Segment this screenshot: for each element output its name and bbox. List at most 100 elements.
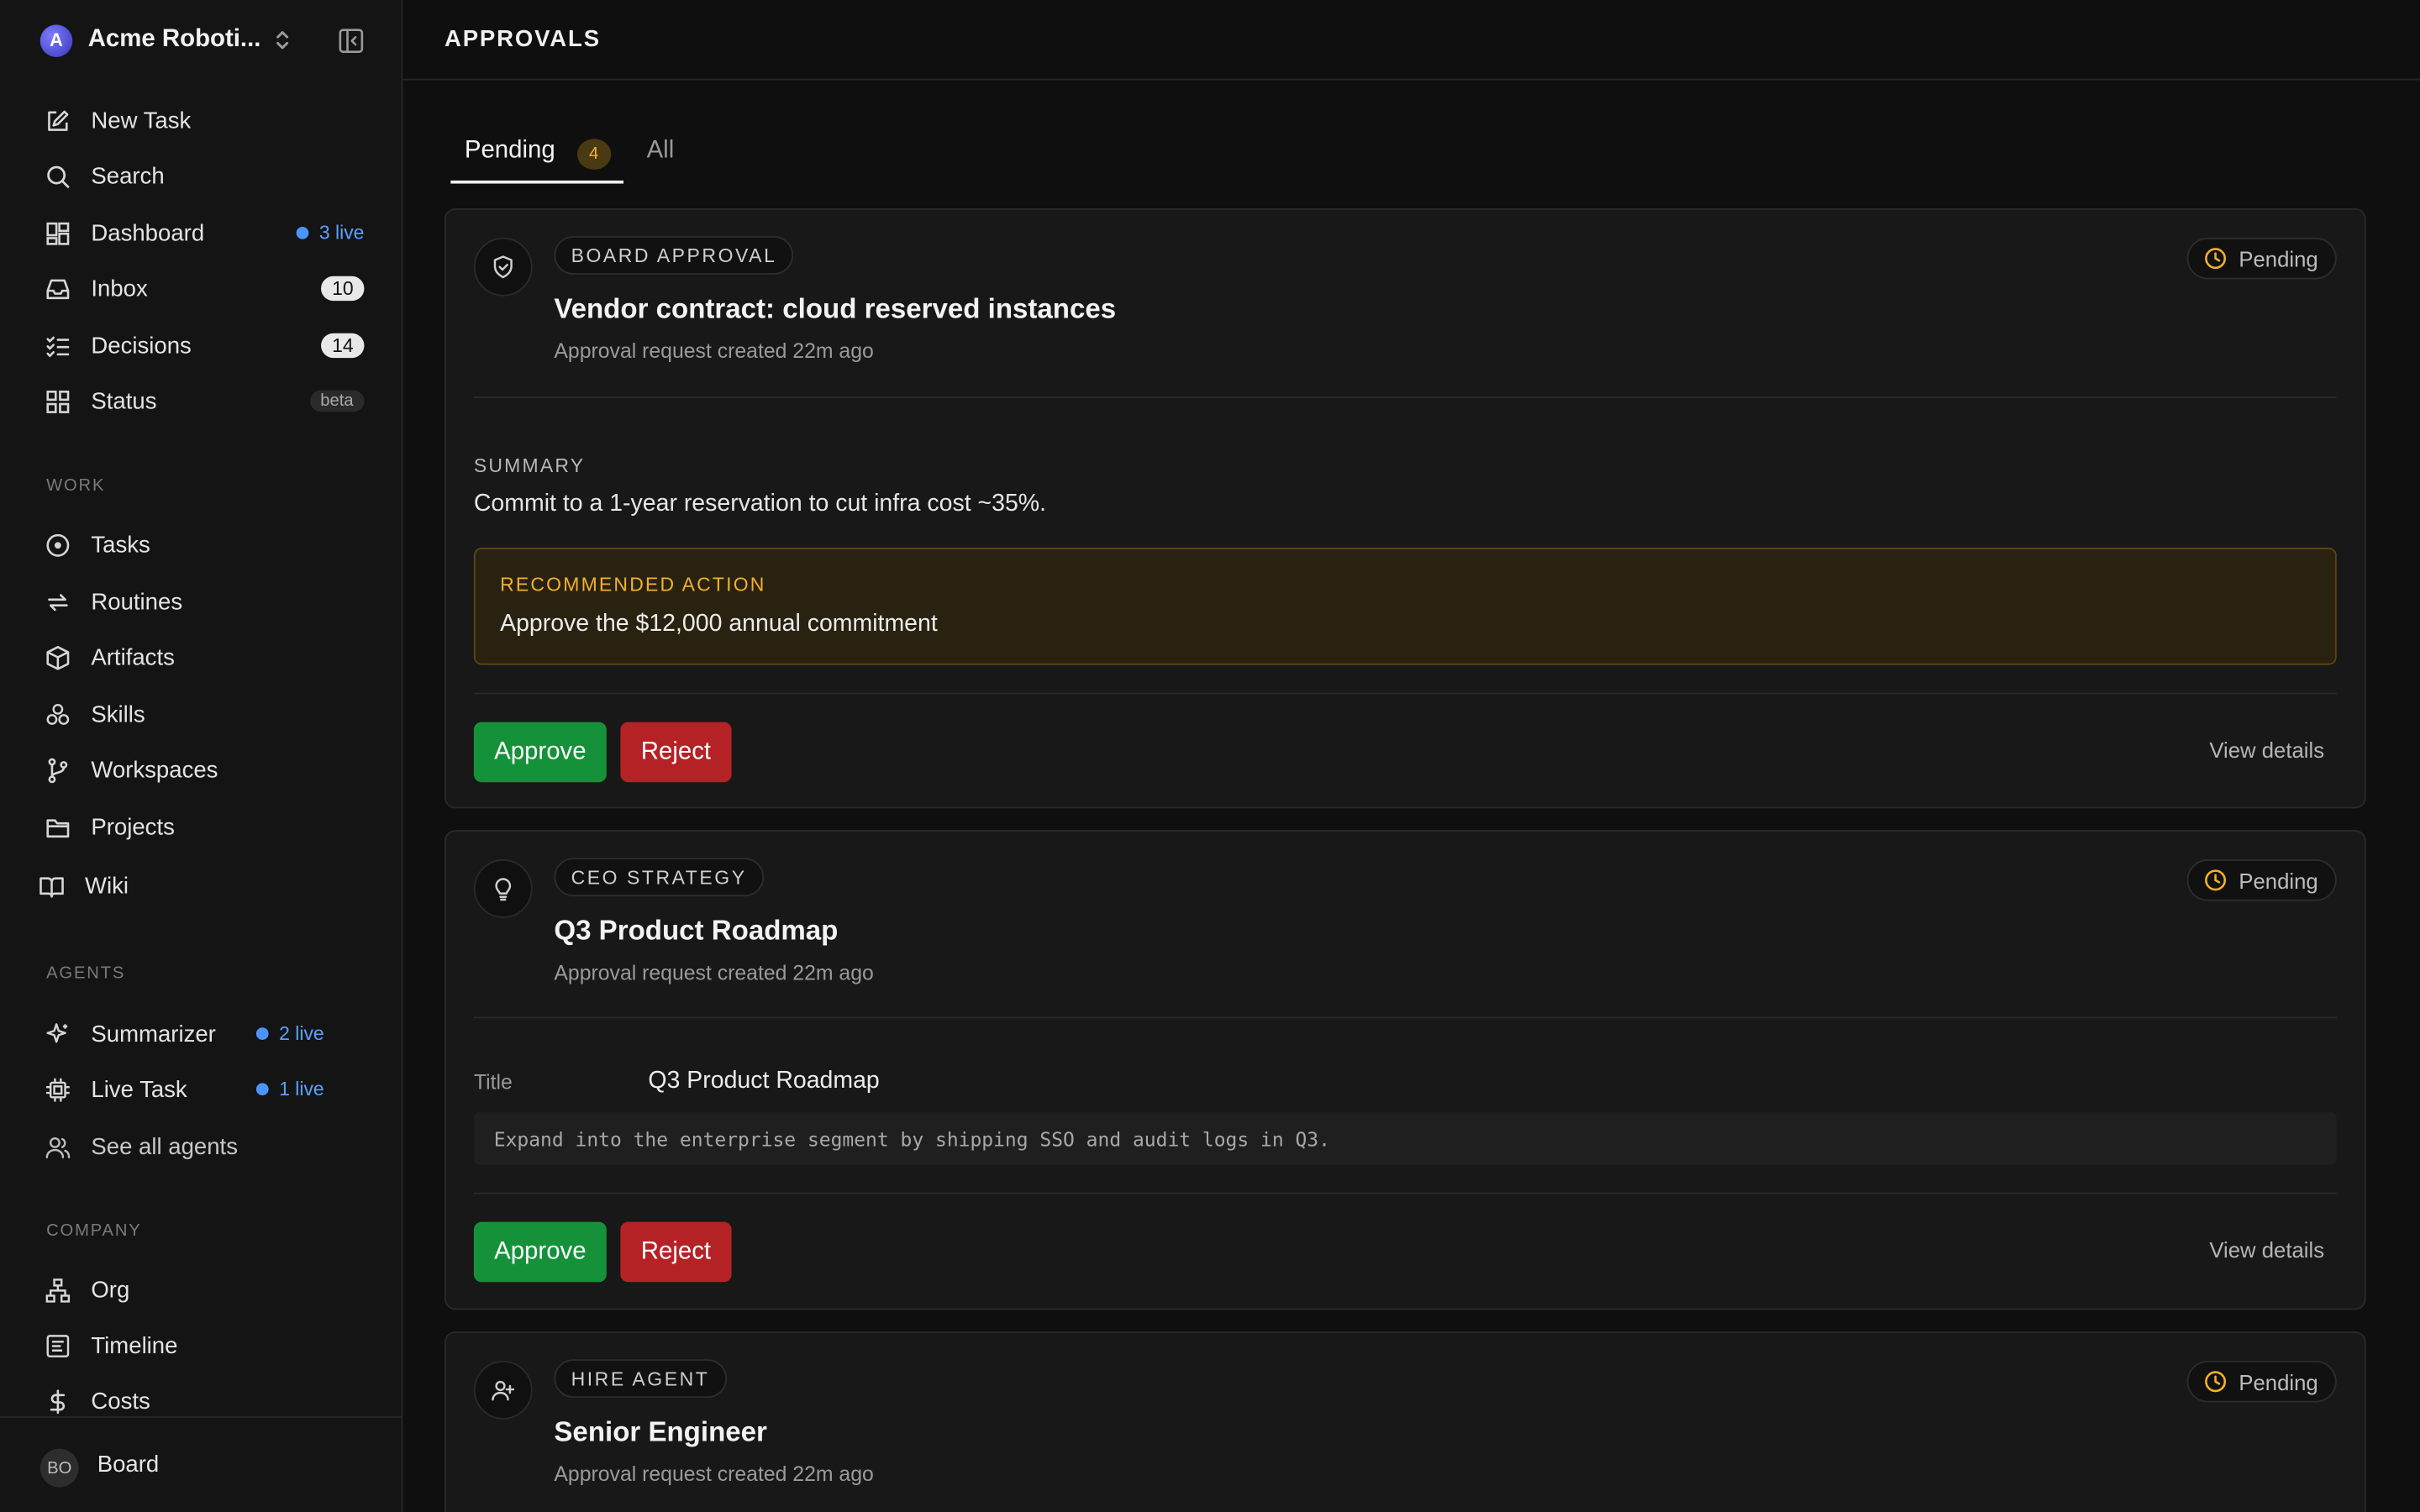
nav-label: Wiki — [85, 872, 129, 899]
status-label: Pending — [2238, 245, 2318, 271]
tab-label: Pending — [464, 137, 555, 164]
divider — [473, 1192, 2337, 1194]
divider — [473, 692, 2337, 695]
nav-agent-summarizer[interactable]: Summarizer 2 live — [40, 1012, 365, 1055]
live-indicator: 3 live — [296, 222, 364, 244]
dollar-icon — [45, 1387, 78, 1415]
card-title: Q3 Product Roadmap — [554, 915, 839, 946]
approve-button[interactable]: Approve — [473, 722, 607, 783]
workspace-logo: A — [39, 24, 73, 57]
section-agents: AGENTS — [46, 963, 126, 983]
user-footer[interactable]: BO Board — [0, 1416, 403, 1512]
nav-new-task[interactable]: New Task — [40, 99, 365, 142]
nav-org[interactable]: Org — [40, 1268, 365, 1311]
reject-button[interactable]: Reject — [620, 722, 732, 783]
nav-label: Costs — [91, 1388, 150, 1415]
status-label: Pending — [2238, 1369, 2318, 1394]
recommended-action-text: Approve the $12,000 annual commitment — [500, 611, 938, 638]
lightbulb-icon — [473, 859, 533, 918]
page-header: APPROVALS — [402, 0, 2420, 81]
nav-inbox[interactable]: Inbox 10 — [40, 267, 365, 310]
nav-label: Summarizer — [91, 1020, 216, 1047]
field-key: Title — [473, 1070, 513, 1095]
org-chart-icon — [45, 1276, 78, 1304]
users-icon — [45, 1132, 78, 1160]
nav-dashboard[interactable]: Dashboard 3 live — [40, 212, 364, 255]
clock-icon — [2204, 1371, 2226, 1393]
shield-check-icon — [473, 237, 533, 297]
nav-timeline[interactable]: Timeline — [40, 1324, 365, 1367]
clock-icon — [2204, 869, 2226, 891]
category-badge: HIRE AGENT — [554, 1359, 727, 1399]
nav-routines[interactable]: Routines — [40, 580, 365, 623]
user-name: Board — [97, 1452, 160, 1478]
status-badge: Pending — [2186, 237, 2337, 280]
nav-label: Workspaces — [91, 756, 218, 784]
status-badge: Pending — [2186, 1360, 2337, 1403]
pending-count-badge: 4 — [576, 139, 611, 171]
live-indicator: 1 live — [255, 1079, 324, 1100]
search-icon — [45, 162, 78, 190]
nav-decisions[interactable]: Decisions 14 — [40, 324, 365, 367]
section-company: COMPANY — [46, 1221, 142, 1241]
tab-all[interactable]: All — [647, 129, 675, 183]
inbox-icon — [45, 275, 78, 302]
circle-dot-icon — [45, 531, 78, 559]
nav-label: Tasks — [91, 531, 150, 558]
folder-icon — [45, 813, 78, 841]
nav-label: Org — [91, 1276, 130, 1304]
divider — [473, 396, 2337, 398]
nav-status[interactable]: Status beta — [40, 380, 365, 423]
reject-button[interactable]: Reject — [620, 1221, 732, 1283]
divider — [473, 1016, 2337, 1019]
dashboard-icon — [45, 219, 78, 247]
summary-text: Commit to a 1-year reservation to cut in… — [473, 491, 1047, 517]
recommended-action-label: RECOMMENDED ACTION — [500, 574, 766, 596]
nav-workspaces[interactable]: Workspaces — [40, 748, 365, 791]
nav-wiki[interactable]: Wiki — [34, 864, 358, 907]
nav-see-all-agents[interactable]: See all agents — [40, 1125, 365, 1168]
approve-button[interactable]: Approve — [473, 1221, 607, 1283]
timeline-icon — [45, 1331, 78, 1359]
book-open-icon — [39, 872, 72, 900]
nav-search[interactable]: Search — [40, 155, 365, 197]
nav-artifacts[interactable]: Artifacts — [40, 636, 365, 679]
recommended-action: RECOMMENDED ACTION Approve the $12,000 a… — [473, 548, 2337, 665]
nav-label: Dashboard — [91, 219, 205, 246]
nav-label: Search — [91, 162, 165, 189]
nav-tasks[interactable]: Tasks — [40, 523, 365, 566]
nav-label: Skills — [91, 701, 145, 728]
sparkles-icon — [45, 1020, 78, 1047]
nav-label: New Task — [91, 107, 192, 134]
status-badge: Pending — [2186, 859, 2337, 901]
cpu-icon — [45, 1075, 78, 1103]
nav-projects[interactable]: Projects — [40, 806, 365, 848]
nav-label: Inbox — [91, 275, 148, 302]
view-details-link[interactable]: View details — [2209, 738, 2324, 762]
workspace-switcher[interactable]: A Acme Roboti... — [39, 24, 365, 57]
category-badge: CEO STRATEGY — [554, 858, 764, 897]
nav-label: Artifacts — [91, 643, 175, 671]
sidebar: A Acme Roboti... New Task Search Dashboa… — [0, 0, 403, 1512]
user-plus-icon — [473, 1360, 533, 1420]
nav-skills[interactable]: Skills — [40, 693, 365, 736]
checklist-icon — [45, 332, 78, 360]
summary-label: SUMMARY — [473, 454, 586, 477]
approval-tabs: Pending 4 All — [450, 129, 759, 184]
git-branch-icon — [45, 756, 78, 784]
card-title: Senior Engineer — [554, 1416, 767, 1447]
nav-label: Live Task — [91, 1076, 187, 1103]
sidebar-collapse-icon[interactable] — [338, 28, 364, 54]
nav-agent-live-task[interactable]: Live Task 1 live — [40, 1068, 365, 1110]
tab-pending[interactable]: Pending 4 — [450, 129, 624, 184]
nav-label: Projects — [91, 813, 175, 841]
approval-card: CEO STRATEGY Q3 Product Roadmap Approval… — [444, 830, 2366, 1310]
clock-icon — [2204, 248, 2226, 270]
approval-card: HIRE AGENT Senior Engineer Approval requ… — [444, 1331, 2366, 1512]
view-details-link[interactable]: View details — [2209, 1237, 2324, 1262]
repeat-icon — [45, 588, 78, 616]
card-subtitle: Approval request created 22m ago — [554, 339, 874, 363]
card-subtitle: Approval request created 22m ago — [554, 961, 874, 984]
package-icon — [45, 643, 78, 671]
field-value: Q3 Product Roadmap — [648, 1067, 880, 1095]
